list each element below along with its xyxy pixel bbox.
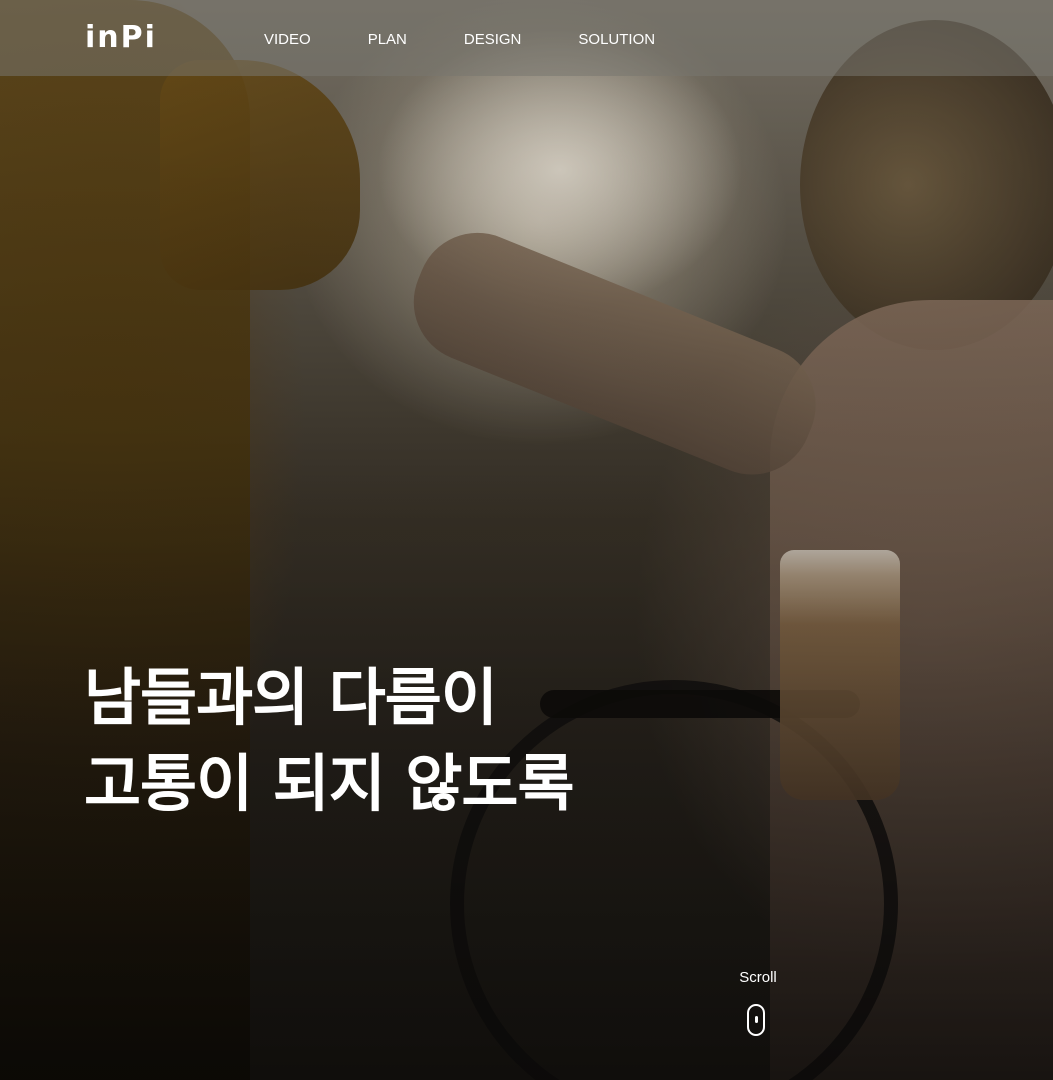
hero-headline: 남들과의 다름이 고통이 되지 않도록 [84, 655, 574, 827]
hero-headline-line-2: 고통이 되지 않도록 [84, 747, 574, 820]
background-vignette [0, 0, 1053, 1080]
mouse-scroll-icon[interactable] [747, 1004, 765, 1036]
site-logo[interactable]: inPi [85, 18, 157, 58]
nav-item-design[interactable]: DESIGN [464, 30, 522, 50]
site-header: inPi VIDEO PLAN DESIGN SOLUTION [0, 0, 1053, 76]
hero-section: inPi VIDEO PLAN DESIGN SOLUTION 남들과의 다름이… [0, 0, 1053, 1080]
nav-item-plan[interactable]: PLAN [368, 30, 407, 50]
scroll-label[interactable]: Scroll [730, 968, 786, 988]
nav-item-solution[interactable]: SOLUTION [578, 30, 655, 50]
main-nav: VIDEO PLAN DESIGN SOLUTION [264, 30, 712, 50]
hero-headline-line-1: 남들과의 다름이 [84, 661, 498, 734]
nav-item-video[interactable]: VIDEO [264, 30, 311, 50]
